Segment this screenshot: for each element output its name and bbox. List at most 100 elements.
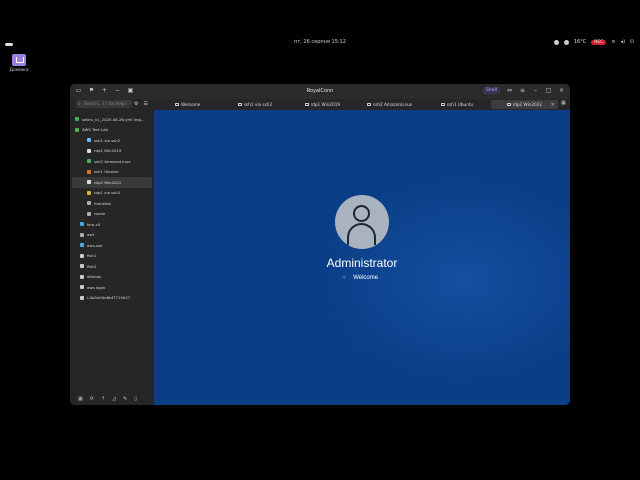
minimize-icon[interactable]: – bbox=[532, 87, 539, 94]
remote-desktop-view[interactable]: Administrator ⁘ Welcome bbox=[154, 110, 570, 405]
maximize-icon[interactable]: □ bbox=[545, 87, 552, 94]
tree-item-aws-test-lab[interactable]: AWS Test Lab bbox=[70, 125, 154, 136]
tree-item-label: sebru_v1_2025.08.26.yml Imp... bbox=[82, 116, 145, 122]
desktop-home-folder[interactable]: Домівка bbox=[8, 54, 30, 73]
tree-item-label: i-0b5e04e6bf7719d27 bbox=[87, 295, 131, 301]
tree-item-label: homelab bbox=[94, 200, 111, 206]
tree-item-ssh1-ubuntu[interactable]: ssh1 Ubuntu bbox=[70, 167, 154, 178]
volume-icon[interactable]: ◂) bbox=[621, 39, 625, 45]
tree-item-aws-sso[interactable]: aws-sso bbox=[70, 240, 154, 251]
windows-icon bbox=[87, 148, 91, 153]
home-folder-icon bbox=[12, 54, 26, 66]
tree-item-aws-login[interactable]: aws login bbox=[70, 282, 154, 293]
tool-icon[interactable]: ✎ bbox=[123, 396, 127, 402]
tree-item-awt[interactable]: awt bbox=[70, 230, 154, 241]
folder-icon bbox=[75, 127, 79, 132]
tree-item-ssh2-amazonlinux[interactable]: ssh2 AmazonLinux bbox=[70, 156, 154, 167]
temperature-label: 16°C bbox=[573, 39, 587, 45]
tree-item-kiro-cli[interactable]: kiro-cli bbox=[70, 219, 154, 230]
tab-label: rdp1 Win2019 bbox=[310, 102, 341, 107]
app-indicator-icon[interactable] bbox=[553, 39, 559, 45]
terminal-icon bbox=[237, 103, 242, 106]
avatar-head-shape bbox=[353, 205, 370, 222]
shield-icon bbox=[80, 264, 84, 269]
upload-icon[interactable]: ⇡ bbox=[101, 396, 105, 402]
system-top-bar: пт, 26 серпня 15:12 16°C REC ≋ ◂) ⏻ bbox=[0, 38, 640, 52]
file-icon bbox=[75, 117, 79, 122]
trash-icon[interactable]: ▯ bbox=[134, 396, 137, 402]
tree-item-winbox[interactable]: Winbox bbox=[70, 272, 154, 283]
tree-item-label: aws login bbox=[87, 284, 106, 290]
shield-icon bbox=[80, 274, 84, 279]
power-icon[interactable]: ⏻ bbox=[630, 39, 634, 45]
key-icon bbox=[87, 190, 91, 195]
split-icon[interactable]: ⇔ bbox=[506, 87, 513, 94]
window-titlebar[interactable]: ▭ ⚑ + − ▣ RoyalConn Shell ⇔ ≡ – □ × bbox=[70, 84, 570, 99]
tree-item-fish1[interactable]: fish1 bbox=[70, 251, 154, 262]
tree-item-label: fish1 bbox=[87, 253, 97, 259]
settings-icon[interactable]: ⚙ bbox=[134, 101, 138, 107]
tree-item-label: awt bbox=[87, 232, 95, 238]
list-icon[interactable]: ☰ bbox=[143, 101, 147, 107]
shield-icon bbox=[80, 253, 84, 258]
grid-view-icon[interactable]: ▦ bbox=[561, 101, 566, 106]
username-label: Administrator bbox=[326, 256, 398, 270]
tree-item-rdp1-win2019[interactable]: rdp1 Win2019 bbox=[70, 146, 154, 157]
windows-icon bbox=[87, 180, 91, 185]
welcome-label: Welcome bbox=[353, 275, 379, 281]
terminal-icon bbox=[80, 232, 84, 237]
network-icon[interactable]: ≋ bbox=[611, 39, 615, 45]
globe-icon bbox=[80, 243, 84, 248]
ubuntu-icon bbox=[87, 169, 91, 174]
recording-indicator[interactable]: REC bbox=[591, 39, 607, 45]
tree-item-label: fish2 bbox=[87, 263, 97, 269]
tree-item-instance[interactable]: i-0b5e04e6bf7719d27 bbox=[70, 293, 154, 304]
tree-item-router[interactable]: router bbox=[70, 209, 154, 220]
tab-close-icon[interactable]: × bbox=[551, 102, 555, 108]
connection-sidebar: sebru_v1_2025.08.26.yml Imp... AWS Test … bbox=[70, 110, 154, 405]
system-clock[interactable]: пт, 26 серпня 15:12 bbox=[0, 39, 640, 45]
menu-icon[interactable]: ≡ bbox=[519, 87, 526, 94]
tab-rdp1-win2019[interactable]: rdp1 Win2019 bbox=[289, 100, 356, 109]
tree-item-label: aws-sso bbox=[87, 242, 103, 248]
router-icon bbox=[87, 211, 91, 216]
tab-rdp2-win2022[interactable]: rdp2 Win2022 × bbox=[490, 100, 558, 109]
tab-ssh1-ubuntu[interactable]: ssh1 Ubuntu bbox=[423, 100, 490, 109]
tree-item-label: ssh2 AmazonLinux bbox=[94, 158, 131, 164]
chart-icon[interactable]: ◿ bbox=[112, 396, 116, 402]
tree-item-fish2[interactable]: fish2 bbox=[70, 261, 154, 272]
tree-item-label: rdp2 Win2022 bbox=[94, 179, 122, 185]
tab-label: ssh2 AmazonLinux bbox=[373, 102, 413, 107]
tree-item-homelab[interactable]: homelab bbox=[70, 198, 154, 209]
tree-item-rdp2-win2022[interactable]: rdp2 Win2022 bbox=[72, 177, 152, 188]
close-icon[interactable]: × bbox=[558, 87, 565, 94]
monitor-icon bbox=[506, 103, 511, 106]
tab-ssh2-amazonlinux[interactable]: ssh2 AmazonLinux bbox=[356, 100, 423, 109]
weather-icon bbox=[563, 39, 569, 45]
shell-button[interactable]: Shell bbox=[483, 87, 500, 94]
tree-item-label: ssh1 Ubuntu bbox=[94, 169, 119, 175]
terminal-icon bbox=[80, 285, 84, 290]
tab-label: rdp2 Win2022 bbox=[512, 102, 543, 107]
shield-icon bbox=[80, 295, 84, 300]
session-tabs: Welcome ssh1 via ssh2 rdp1 Win2019 ssh2 … bbox=[154, 100, 558, 109]
monitor-icon bbox=[304, 103, 309, 106]
tree-item-import[interactable]: sebru_v1_2025.08.26.yml Imp... bbox=[70, 114, 154, 125]
link-icon bbox=[87, 138, 91, 143]
avatar-body-shape bbox=[347, 223, 376, 245]
tab-label: Welcome bbox=[181, 102, 201, 107]
search-input[interactable]: Search... (⇧ for help) bbox=[76, 100, 132, 108]
refresh-icon[interactable]: ⟳ bbox=[90, 396, 94, 402]
tree-item-ssh1-via-ssh2[interactable]: ssh1 via ssh2 bbox=[70, 135, 154, 146]
app-window: ▭ ⚑ + − ▣ RoyalConn Shell ⇔ ≡ – □ × Sear… bbox=[70, 84, 570, 405]
tab-ssh1-via-ssh2[interactable]: ssh1 via ssh2 bbox=[221, 100, 288, 109]
grid-icon[interactable]: ▦ bbox=[78, 396, 83, 402]
tab-label: ssh1 via ssh2 bbox=[243, 102, 273, 107]
tree-item-label: rdp1 via ssh2 bbox=[94, 190, 121, 196]
tree-item-label: Winbox bbox=[87, 274, 102, 280]
terminal-icon bbox=[87, 159, 91, 164]
terminal-icon bbox=[367, 103, 372, 106]
tree-item-rdp1-via-ssh2[interactable]: rdp1 via ssh2 bbox=[70, 188, 154, 199]
system-tray[interactable]: 16°C REC ≋ ◂) ⏻ bbox=[553, 39, 634, 45]
tab-welcome[interactable]: Welcome bbox=[154, 100, 221, 109]
